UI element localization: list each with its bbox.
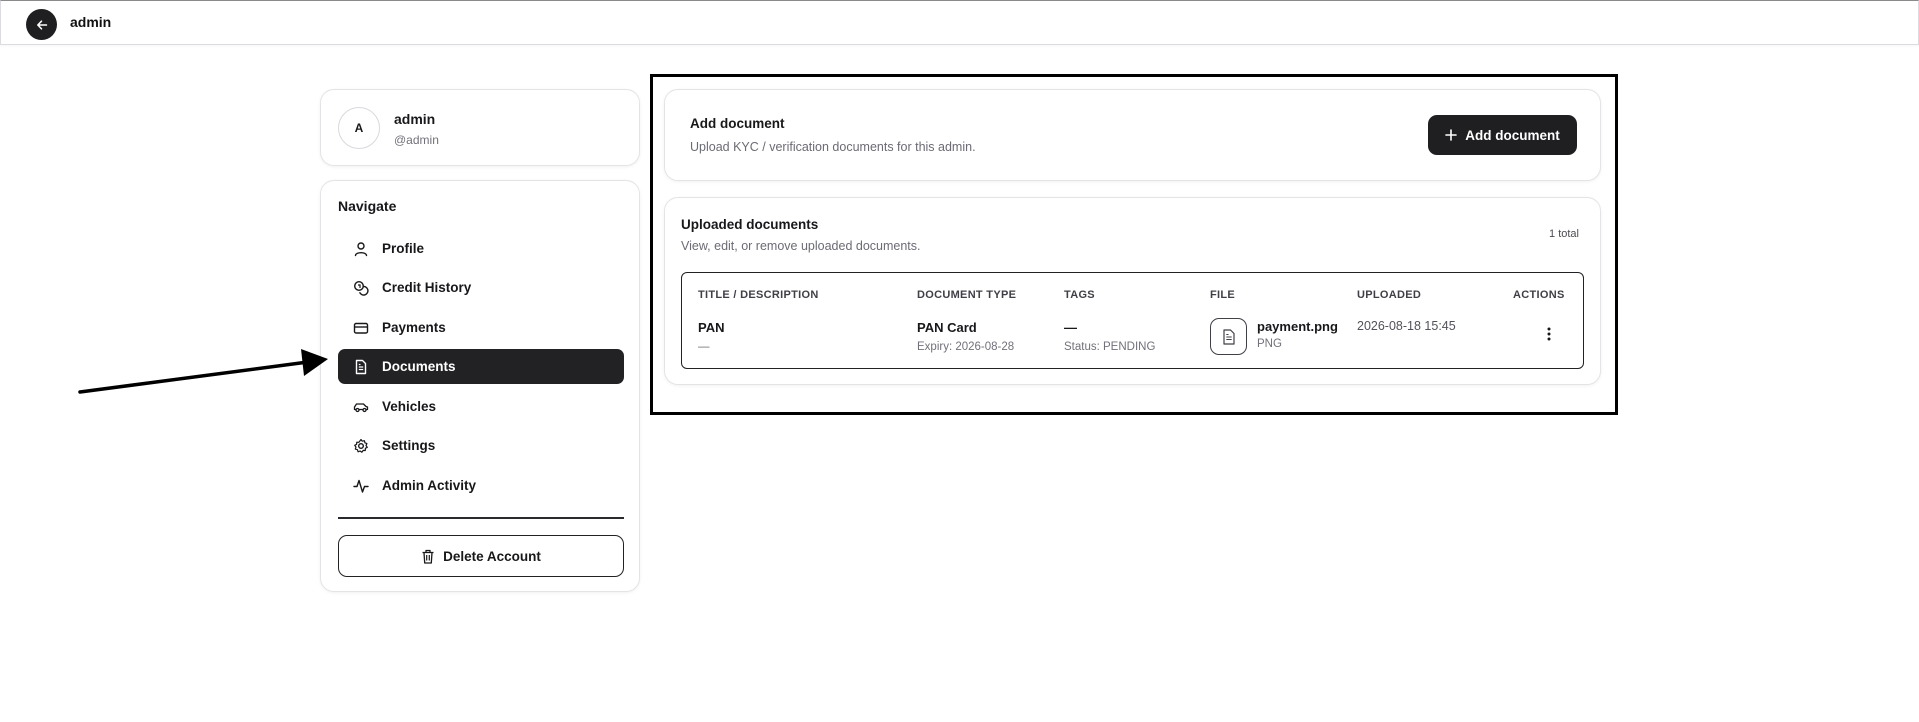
sidebar-item-label: Credit History (382, 280, 472, 295)
user-name: admin (394, 111, 436, 127)
file-type: PNG (1257, 338, 1282, 350)
sidebar-item-label: Vehicles (382, 399, 437, 414)
sidebar-item-label: Payments (382, 320, 446, 335)
add-document-title: Add document (690, 116, 785, 131)
column-header-actions: ACTIONS (1513, 289, 1565, 301)
uploaded-documents-card: Uploaded documents View, edit, or remove… (664, 197, 1601, 385)
add-document-card: Add document Upload KYC / verification d… (664, 89, 1601, 181)
document-title: PAN (698, 320, 725, 335)
column-header-uploaded: UPLOADED (1357, 289, 1422, 301)
activity-icon (353, 478, 369, 494)
more-vertical-icon (1547, 327, 1551, 341)
user-card: A admin @admin (320, 89, 640, 166)
avatar: A (338, 107, 380, 149)
document-icon (353, 359, 369, 375)
back-button[interactable] (26, 9, 57, 40)
divider (338, 517, 624, 519)
add-document-button-label: Add document (1465, 127, 1560, 143)
uploaded-date: 2026-08-18 15:45 (1357, 319, 1456, 333)
sidebar-item-settings[interactable]: Settings (338, 428, 624, 463)
page-title: admin (70, 14, 112, 30)
column-header-file: FILE (1210, 289, 1236, 301)
nav-heading: Navigate (338, 198, 397, 214)
user-handle: @admin (394, 133, 439, 147)
file-name[interactable]: payment.png (1257, 319, 1338, 334)
trash-icon (422, 549, 434, 564)
top-bar: admin (0, 0, 1919, 45)
document-tags: — (1064, 320, 1077, 335)
document-description: — (698, 341, 710, 353)
coins-icon (353, 280, 369, 296)
sidebar-item-credit-history[interactable]: Credit History (338, 270, 624, 305)
add-document-subtitle: Upload KYC / verification documents for … (690, 140, 976, 154)
sidebar-item-documents[interactable]: Documents (338, 349, 624, 384)
sidebar-item-label: Profile (382, 241, 425, 256)
sidebar-item-payments[interactable]: Payments (338, 310, 624, 345)
sidebar-item-admin-activity[interactable]: Admin Activity (338, 468, 624, 503)
file-icon[interactable] (1210, 318, 1247, 355)
document-status: Status: PENDING (1064, 341, 1156, 353)
sidebar-item-label: Admin Activity (382, 478, 477, 493)
column-header-document-type: DOCUMENT TYPE (917, 289, 1017, 301)
document-count: 1 total (1549, 228, 1579, 240)
delete-account-label: Delete Account (443, 548, 541, 564)
add-document-button[interactable]: Add document (1428, 115, 1577, 155)
user-icon (353, 241, 369, 257)
arrow-left-icon (36, 19, 47, 30)
column-header-tags: TAGS (1064, 289, 1095, 301)
credit-card-icon (353, 320, 369, 336)
delete-account-button[interactable]: Delete Account (338, 535, 624, 577)
uploaded-documents-subtitle: View, edit, or remove uploaded documents… (681, 239, 921, 253)
sidebar-item-vehicles[interactable]: Vehicles (338, 389, 624, 424)
document-expiry: Expiry: 2026-08-28 (917, 341, 1015, 353)
documents-table: TITLE / DESCRIPTION DOCUMENT TYPE TAGS F… (681, 272, 1584, 369)
column-header-title: TITLE / DESCRIPTION (698, 289, 819, 301)
gear-icon (353, 438, 369, 454)
uploaded-documents-title: Uploaded documents (681, 217, 819, 232)
sidebar-item-label: Documents (382, 359, 456, 374)
car-icon (353, 399, 369, 415)
sidebar-item-profile[interactable]: Profile (338, 231, 624, 266)
document-type: PAN Card (917, 320, 977, 335)
navigation-card: Navigate Profile Credit History Payments… (320, 180, 640, 592)
plus-icon (1445, 129, 1458, 141)
sidebar-item-label: Settings (382, 438, 436, 453)
row-actions-menu-button[interactable] (1540, 323, 1558, 345)
